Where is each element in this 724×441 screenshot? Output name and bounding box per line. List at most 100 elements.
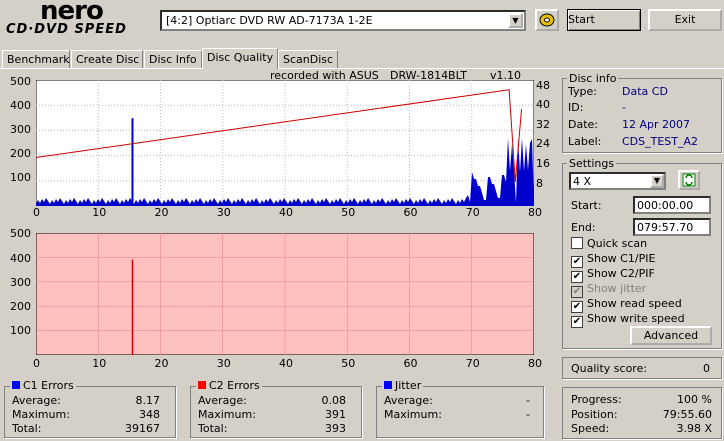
y-tick: 500 [10, 227, 31, 240]
start-label: Start: [571, 199, 602, 212]
x-tick: 80 [528, 357, 542, 370]
jitter-max-label: Maximum: [384, 408, 442, 421]
progress-value: 100 % [677, 393, 712, 406]
c1-avg-value: 8.17 [135, 394, 161, 407]
speed-value: 4 X [573, 175, 592, 188]
y-tick: 300 [10, 276, 31, 289]
x-tick: 10 [92, 357, 107, 370]
nero-logo: nero CD·DVD SPEED [2, 0, 152, 40]
checkbox-label: Show C2/PIF [587, 267, 655, 280]
x-tick: 20 [154, 357, 169, 370]
eject-icon [539, 13, 555, 27]
x-axis-bottom: 0 10 20 30 40 50 60 70 80 [0, 357, 560, 371]
x-tick: 70 [465, 206, 480, 219]
checkbox-show-c1-pie[interactable]: ✔ Show C1/PIE [571, 252, 655, 268]
x-tick: 60 [403, 206, 418, 219]
disc-info-title: Disc info [567, 72, 619, 85]
c2-total-value: 393 [325, 422, 346, 435]
start-button[interactable]: Start [567, 9, 641, 31]
checkbox-quick-scan[interactable]: Quick scan [571, 237, 647, 250]
drive-select-value: [4:2] Optiarc DVD RW AD-7173A 1-2E [166, 14, 373, 27]
tab-benchmark[interactable]: Benchmark [2, 50, 70, 68]
advanced-button[interactable]: Advanced [630, 326, 712, 345]
y-tick: 300 [10, 123, 31, 136]
exit-button[interactable]: Exit [648, 9, 722, 31]
speed-select[interactable]: 4 X ▼ [569, 172, 666, 190]
disc-type-label: Type: [568, 85, 597, 98]
x-tick: 50 [341, 206, 356, 219]
chevron-down-icon[interactable]: ▼ [508, 13, 523, 28]
checkbox-label: Show write speed [587, 312, 685, 325]
c2-total-label: Total: [198, 422, 228, 435]
y2-tick: 16 [536, 157, 550, 170]
disc-label-label: Label: [568, 135, 602, 148]
c2-pif-chart [36, 233, 534, 355]
checkbox-show-read-speed[interactable]: ✔ Show read speed [571, 297, 682, 313]
jitter-max-value: - [526, 408, 530, 421]
quality-value: 0 [703, 362, 710, 375]
c1-color-swatch [12, 381, 20, 389]
y-tick: 200 [10, 147, 31, 160]
disc-id-value: - [622, 101, 626, 114]
c2-errors-title: C2 Errors [196, 379, 262, 392]
disc-type-value: Data CD [622, 85, 668, 98]
x-tick: 80 [528, 206, 542, 219]
position-label: Position: [571, 408, 618, 421]
start-time-input[interactable]: 000:00.00 [633, 196, 711, 214]
drive-select[interactable]: [4:2] Optiarc DVD RW AD-7173A 1-2E ▼ [160, 10, 526, 31]
tab-scandisc[interactable]: ScanDisc [278, 50, 338, 68]
checkbox-box[interactable] [571, 237, 583, 249]
x-tick: 50 [341, 357, 356, 370]
c2-max-label: Maximum: [198, 408, 256, 421]
x-tick: 60 [403, 357, 418, 370]
x-axis-top: 0 10 20 30 40 50 60 70 80 [0, 206, 560, 220]
y2-tick: 40 [536, 98, 550, 111]
y-tick: 200 [10, 300, 31, 313]
c1-max-value: 348 [139, 408, 160, 421]
y2-tick: 32 [536, 118, 550, 131]
y-tick: 500 [10, 75, 31, 88]
checkbox-show-jitter[interactable]: ✔ Show jitter [571, 282, 646, 298]
y-tick: 100 [10, 171, 31, 184]
x-tick: 0 [33, 206, 40, 219]
chevron-down-icon[interactable]: ▼ [650, 174, 664, 188]
c1-max-label: Maximum: [12, 408, 70, 421]
tab-create-disc[interactable]: Create Disc [71, 50, 143, 68]
c2-title-text: C2 Errors [209, 379, 260, 392]
refresh-icon [682, 173, 696, 187]
y-tick: 400 [10, 252, 31, 265]
c1-total-label: Total: [12, 422, 42, 435]
checkbox-box[interactable]: ✔ [571, 316, 583, 328]
tab-disc-info[interactable]: Disc Info [144, 50, 202, 68]
jitter-avg-label: Average: [384, 394, 433, 407]
c1-title-text: C1 Errors [23, 379, 74, 392]
y-tick: 100 [10, 324, 31, 337]
eject-button[interactable] [535, 9, 559, 31]
y-tick: 400 [10, 99, 31, 112]
y2-tick: 48 [536, 79, 550, 92]
end-label: End: [571, 221, 596, 234]
disc-label-value: CDS_TEST_A2 [622, 135, 699, 148]
c1-errors-title: C1 Errors [10, 379, 76, 392]
c2-color-swatch [198, 381, 206, 389]
c2-avg-label: Average: [198, 394, 247, 407]
checkbox-label: Show jitter [587, 282, 647, 295]
tab-disc-quality[interactable]: Disc Quality [202, 48, 278, 69]
progress-label: Progress: [571, 393, 622, 406]
x-tick: 70 [465, 357, 480, 370]
end-time-input[interactable]: 079:57.70 [633, 218, 711, 236]
disc-id-label: ID: [568, 101, 584, 114]
c1-avg-label: Average: [12, 394, 61, 407]
c1-pie-chart [36, 80, 534, 206]
checkbox-show-c2-pif[interactable]: ✔ Show C2/PIF [571, 267, 655, 283]
refresh-button[interactable] [678, 170, 700, 190]
x-tick: 20 [154, 206, 169, 219]
x-tick: 40 [279, 206, 293, 219]
y2-tick: 24 [536, 137, 550, 150]
x-tick: 0 [33, 357, 40, 370]
x-tick: 40 [279, 357, 293, 370]
jitter-avg-value: - [526, 394, 530, 407]
speed-label: Speed: [571, 422, 610, 435]
quality-label: Quality score: [571, 362, 648, 375]
y2-tick: 8 [536, 177, 543, 190]
